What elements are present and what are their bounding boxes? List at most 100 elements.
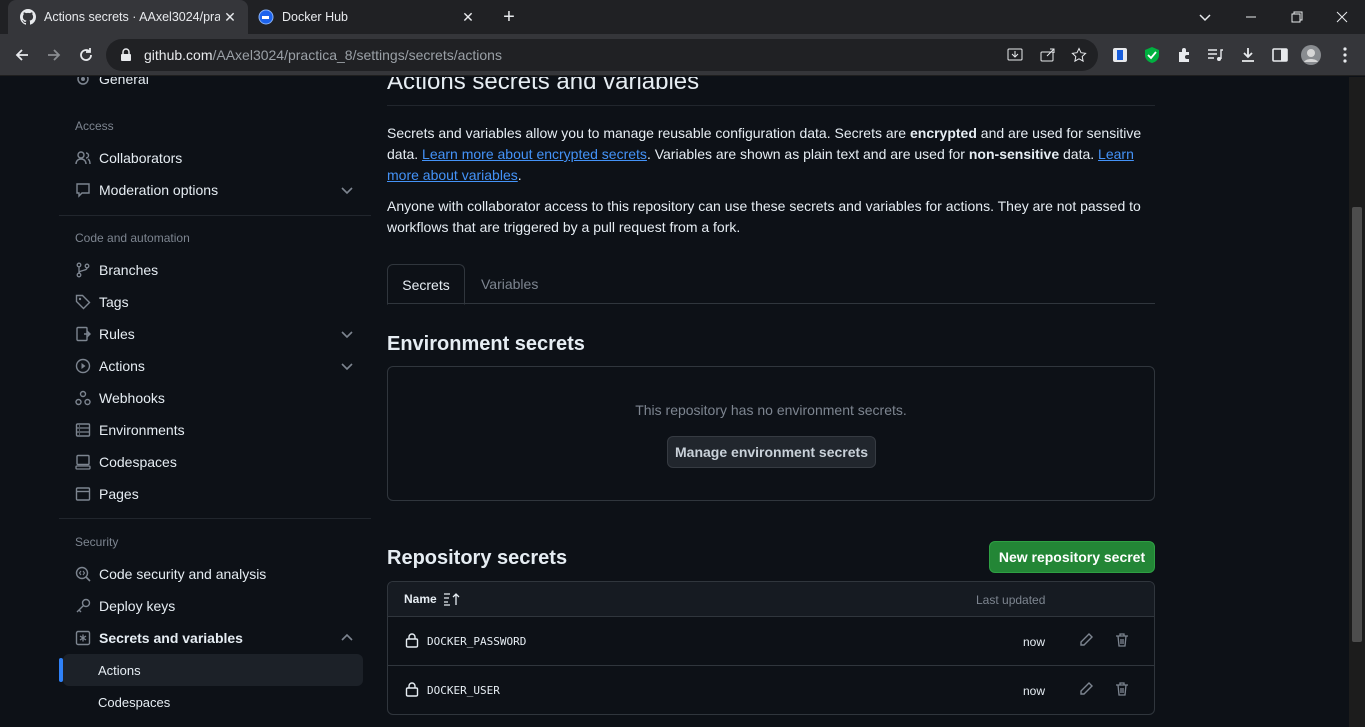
sidebar-item-label: Branches	[99, 262, 159, 278]
sidebar-item-label: Rules	[99, 326, 135, 342]
page-title: Actions secrets and variables	[387, 77, 700, 95]
tab-secrets[interactable]: Secrets	[387, 264, 465, 305]
intro-text: data.	[1059, 146, 1099, 162]
sidebar-item-webhooks[interactable]: Webhooks	[59, 382, 371, 414]
profile-avatar[interactable]	[1301, 45, 1321, 65]
tab-variables[interactable]: Variables	[481, 264, 538, 304]
intro-paragraph: Secrets and variables allow you to manag…	[387, 123, 1155, 186]
close-icon[interactable]: ✕	[458, 9, 478, 26]
minimize-icon[interactable]	[1228, 0, 1274, 34]
sidebar-item-actions[interactable]: Actions	[59, 350, 371, 382]
trash-icon[interactable]	[1114, 632, 1130, 648]
codescan-icon	[75, 566, 91, 582]
sidebar-subitem-codespaces[interactable]: Codespaces	[63, 686, 363, 718]
last-updated-column-header: Last updated	[976, 593, 1046, 607]
restore-icon[interactable]	[1274, 0, 1320, 34]
lock-icon	[405, 633, 419, 648]
sidebar-item-environments[interactable]: Environments	[59, 414, 371, 446]
lock-icon[interactable]	[120, 48, 132, 62]
chevron-down-icon	[341, 187, 353, 195]
sidebar-divider	[59, 518, 371, 519]
browser-icon	[75, 486, 91, 502]
sidebar-item-pages[interactable]: Pages	[59, 478, 371, 510]
url-path: /AAxel3024/practica_8/settings/secrets/a…	[212, 47, 502, 63]
table-row: DOCKER_PASSWORD now	[388, 617, 1154, 666]
pencil-icon[interactable]	[1078, 681, 1094, 697]
sidebar-item-tags[interactable]: Tags	[59, 286, 371, 318]
sidebar-heading-security: Security	[75, 535, 119, 549]
install-icon[interactable]	[1007, 47, 1023, 63]
sidebar-item-codespaces[interactable]: Codespaces	[59, 446, 371, 478]
close-icon[interactable]: ✕	[220, 9, 240, 26]
url-host: github.com	[144, 47, 213, 63]
secret-name: DOCKER_PASSWORD	[427, 635, 527, 648]
chevron-down-icon	[341, 363, 353, 371]
sidebar-item-code-security[interactable]: Code security and analysis	[59, 558, 371, 590]
sidebar-item-collaborators[interactable]: Collaborators	[59, 142, 371, 174]
name-column-header[interactable]: Name	[404, 592, 461, 606]
star-icon[interactable]	[1071, 47, 1087, 63]
sidebar-subitem-actions[interactable]: Actions	[59, 654, 363, 686]
scrollbar-thumb[interactable]	[1352, 207, 1362, 642]
download-icon[interactable]	[1238, 45, 1258, 65]
intro-text: Secrets and variables allow you to manag…	[387, 125, 910, 141]
tag-icon	[75, 294, 91, 310]
shield-extension-icon[interactable]	[1142, 45, 1162, 65]
sidebar-item-label: Moderation options	[99, 182, 219, 198]
docker-icon	[258, 9, 274, 25]
webhook-icon	[75, 390, 91, 406]
asterisk-box-icon	[75, 630, 91, 646]
secret-updated: now	[1023, 635, 1046, 649]
chrome-menu-icon[interactable]	[1335, 45, 1355, 65]
intro-bold: non-sensitive	[968, 146, 1060, 162]
sidebar-item-general[interactable]: General	[59, 77, 371, 95]
empty-state-text: This repository has no environment secre…	[635, 402, 907, 418]
reload-icon[interactable]	[74, 43, 98, 67]
address-bar[interactable]: github.com/AAxel3024/practica_8/settings…	[106, 39, 1098, 71]
media-control-icon[interactable]	[1205, 45, 1225, 65]
lock-icon	[405, 682, 419, 697]
share-icon[interactable]	[1040, 47, 1056, 63]
sidebar-item-label: Actions	[99, 358, 145, 374]
bitwarden-extension-icon[interactable]	[1110, 45, 1130, 65]
extensions-puzzle-icon[interactable]	[1174, 45, 1194, 65]
browser-tab-dockerhub[interactable]: Docker Hub ✕	[250, 0, 486, 34]
close-window-icon[interactable]	[1319, 0, 1365, 34]
browser-tab-github[interactable]: Actions secrets · AAxel3024/prac ✕	[8, 0, 248, 34]
page-scrollbar[interactable]	[1349, 77, 1365, 727]
server-icon	[75, 422, 91, 438]
trash-icon[interactable]	[1114, 681, 1130, 697]
chevron-down-icon	[341, 331, 353, 339]
browser-toolbar: github.com/AAxel3024/practica_8/settings…	[0, 34, 1365, 76]
intro-text: . Variables are shown as plain text and …	[646, 146, 969, 162]
sidebar-item-deploy-keys[interactable]: Deploy keys	[59, 590, 371, 622]
sidebar-heading-code: Code and automation	[75, 231, 190, 245]
environment-secrets-heading: Environment secrets	[387, 333, 585, 355]
secret-name: DOCKER_USER	[427, 684, 500, 697]
key-icon	[75, 598, 91, 614]
sidebar-item-label: Collaborators	[99, 150, 183, 166]
sidebar-heading-access: Access	[75, 119, 114, 133]
pencil-icon[interactable]	[1078, 632, 1094, 648]
back-arrow-icon[interactable]	[10, 43, 34, 67]
sidebar-item-label: Codespaces	[99, 454, 177, 470]
sidebar-item-moderation[interactable]: Moderation options	[59, 174, 371, 206]
new-repository-secret-button[interactable]: New repository secret	[989, 541, 1155, 573]
forward-arrow-icon[interactable]	[42, 43, 66, 67]
tab-search-icon[interactable]	[1182, 0, 1228, 34]
manage-environment-secrets-button[interactable]: Manage environment secrets	[667, 436, 876, 468]
table-row: DOCKER_USER now	[388, 666, 1154, 714]
branch-icon	[75, 262, 91, 278]
sidebar-item-branches[interactable]: Branches	[59, 254, 371, 286]
sidebar-item-label: Codespaces	[98, 694, 171, 710]
side-panel-icon[interactable]	[1270, 45, 1290, 65]
sidebar-divider	[59, 215, 371, 216]
github-icon	[20, 9, 36, 25]
sort-ascending-icon[interactable]	[443, 592, 461, 606]
sidebar-item-secrets-variables[interactable]: Secrets and variables	[59, 622, 371, 654]
learn-more-encrypted-link[interactable]: Learn more about encrypted secrets	[422, 146, 647, 162]
sidebar-item-rules[interactable]: Rules	[59, 318, 371, 350]
sidebar-item-label: Actions	[98, 662, 141, 678]
new-tab-button[interactable]: +	[498, 6, 520, 28]
tab-title: Docker Hub	[282, 10, 348, 24]
